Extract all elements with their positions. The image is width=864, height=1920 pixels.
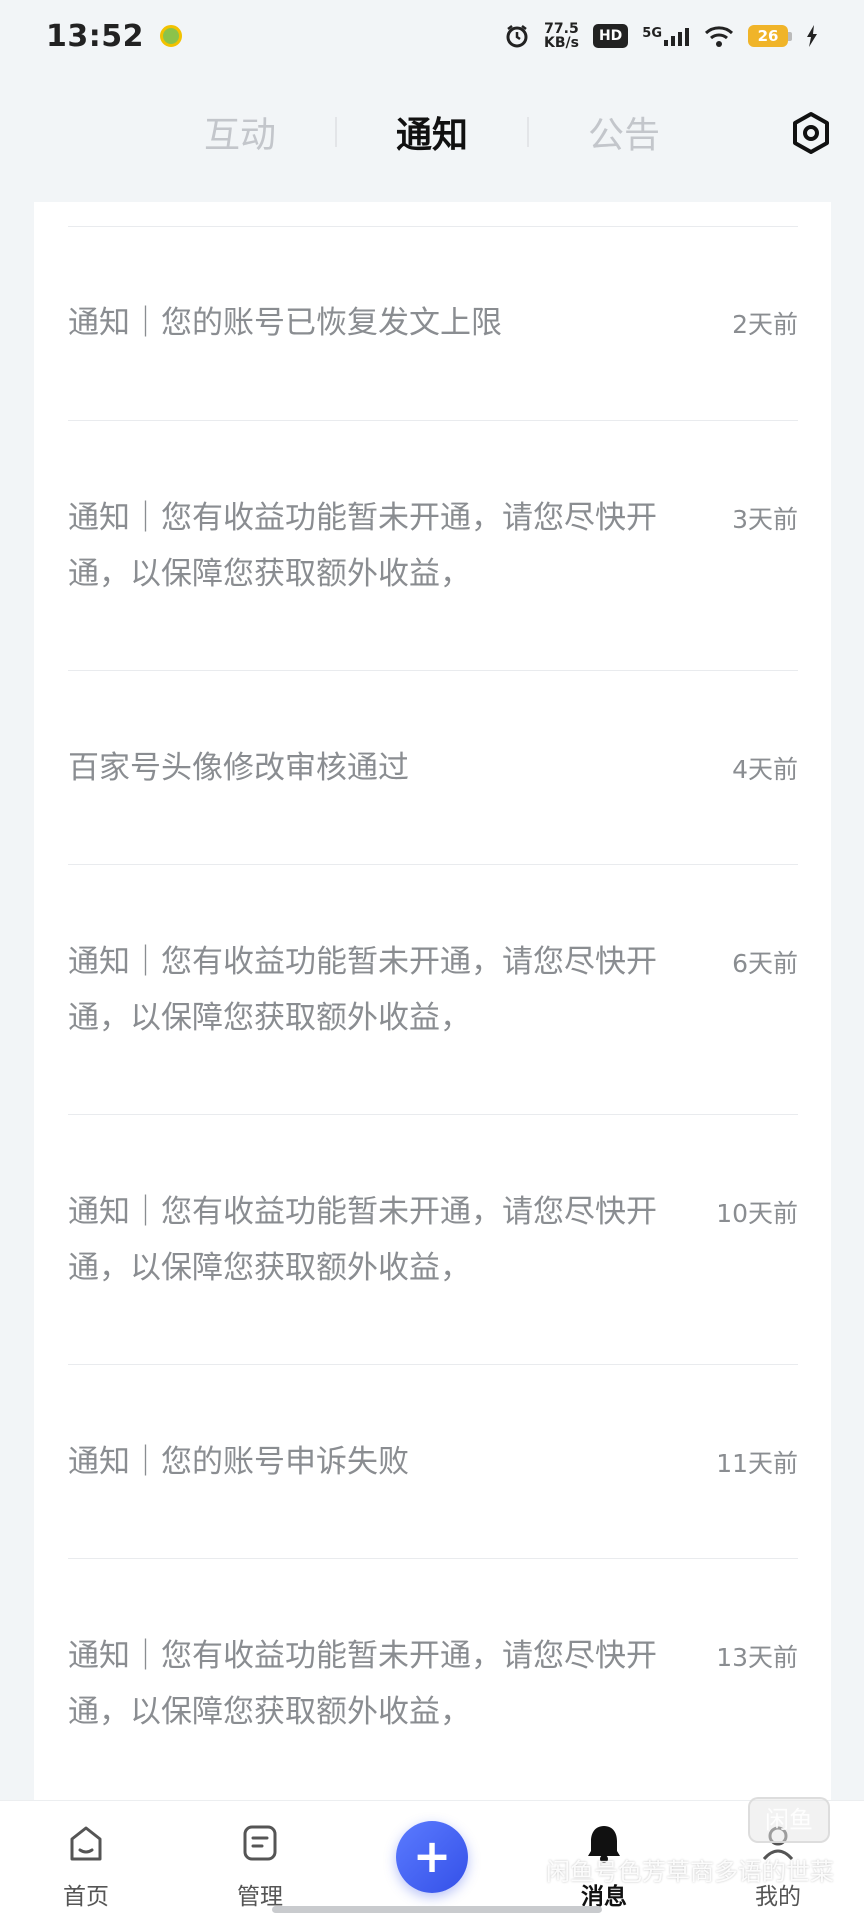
network-type-label: 5G: [642, 26, 662, 41]
watermark-text: 闲鱼号色芳草商多语的世菜: [546, 1858, 834, 1886]
status-time: 13:52: [46, 18, 144, 54]
notification-text: 通知｜您有收益功能暂未开通，请您尽快开通，以保障您获取额外收益，: [68, 1193, 657, 1286]
notification-text: 通知｜您有收益功能暂未开通，请您尽快开通，以保障您获取额外收益，: [68, 943, 657, 1036]
notification-item[interactable]: 通知｜您的账号申诉失败 11天前: [68, 1364, 798, 1558]
notification-item[interactable]: 百家号头像修改审核通过 4天前: [68, 670, 798, 864]
notification-time: 4天前: [732, 754, 798, 784]
nav-manage[interactable]: 管理: [210, 1821, 310, 1911]
notification-time: 3天前: [732, 504, 798, 534]
hd-badge: HD: [592, 24, 629, 48]
notification-item[interactable]: 通知｜您有收益功能暂未开通，请您尽快开通，以保障您获取额外收益， 13天前: [68, 1558, 798, 1802]
tab-interaction[interactable]: 互动: [145, 106, 335, 158]
nav-home[interactable]: 首页: [36, 1821, 136, 1911]
manage-icon: [243, 1825, 277, 1861]
network-speed: 77.5 KB/s: [544, 22, 579, 50]
battery-level: 26: [748, 25, 788, 47]
watermark-logo: 闲鱼: [748, 1797, 830, 1843]
charging-icon: [806, 25, 818, 47]
tab-announcements[interactable]: 公告: [529, 106, 719, 158]
battery-icon: 26: [748, 25, 792, 47]
message-tabs: 互动 通知 公告: [0, 92, 864, 172]
notification-item[interactable]: 通知｜您有收益功能暂未开通，请您尽快开通，以保障您获取额外收益， 10天前: [68, 1114, 798, 1364]
notification-time: 6天前: [732, 948, 798, 978]
alarm-icon: [504, 23, 530, 49]
settings-icon: [793, 112, 829, 154]
home-icon: [70, 1826, 102, 1861]
notification-time: 11天前: [716, 1448, 798, 1478]
notification-text: 百家号头像修改审核通过: [68, 749, 409, 786]
status-icons: 77.5 KB/s HD 5G 26: [504, 22, 818, 50]
notification-time: 2天前: [732, 310, 798, 339]
app-notification-icon: [160, 25, 182, 47]
notifications-page: 13:52 77.5 KB/s HD 5G 26 互动 通知 公告 通知｜您的账…: [0, 0, 864, 1920]
home-indicator[interactable]: [272, 1906, 602, 1913]
notification-text: 通知｜您有收益功能暂未开通，请您尽快开通，以保障您获取额外收益，: [68, 499, 657, 592]
network-speed-value: 77.5: [544, 21, 579, 37]
tab-notifications[interactable]: 通知: [337, 106, 527, 158]
notification-list: 通知｜您的账号已恢复发文上限 2天前 通知｜您有收益功能暂未开通，请您尽快开通，…: [34, 202, 831, 1802]
settings-button[interactable]: [788, 110, 834, 156]
notification-time: 13天前: [716, 1642, 798, 1672]
status-bar: 13:52 77.5 KB/s HD 5G 26: [0, 0, 864, 72]
notification-item[interactable]: 通知｜您有收益功能暂未开通，请您尽快开通，以保障您获取额外收益， 6天前: [68, 864, 798, 1114]
notification-item[interactable]: 通知｜您的账号已恢复发文上限 2天前: [68, 226, 798, 420]
network-speed-unit: KB/s: [543, 35, 579, 51]
nav-home-label: 首页: [63, 1884, 109, 1910]
notification-item[interactable]: 通知｜您有收益功能暂未开通，请您尽快开通，以保障您获取额外收益， 3天前: [68, 420, 798, 670]
notification-text: 通知｜您的账号已恢复发文上限: [68, 305, 502, 341]
notification-text: 通知｜您有收益功能暂未开通，请您尽快开通，以保障您获取额外收益，: [68, 1637, 657, 1730]
publish-button[interactable]: +: [396, 1821, 468, 1893]
notification-time: 10天前: [716, 1198, 798, 1228]
wifi-icon: [704, 25, 734, 47]
signal-icon: 5G: [642, 26, 690, 46]
notification-text: 通知｜您的账号申诉失败: [68, 1443, 409, 1480]
